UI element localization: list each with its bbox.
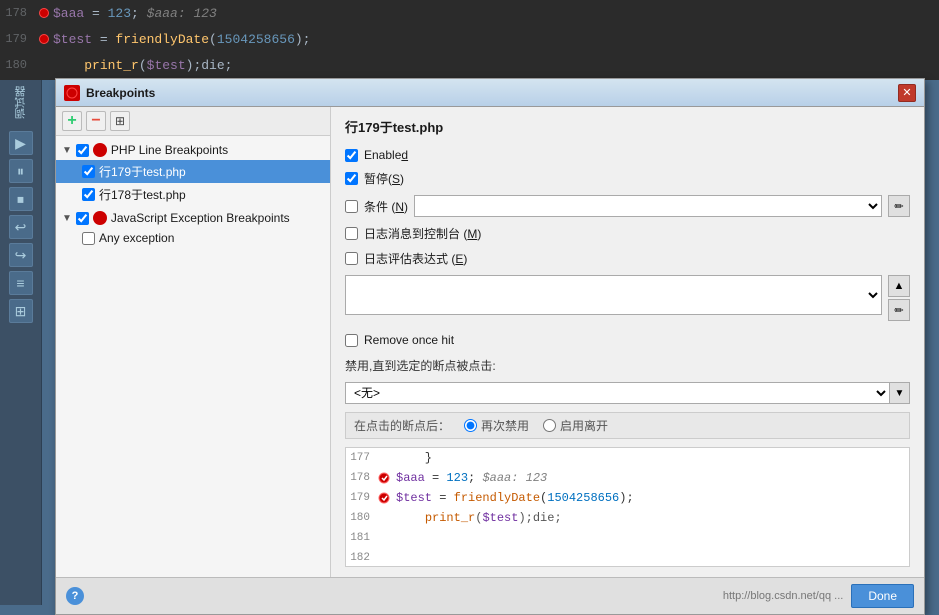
pause-button[interactable]: ⏸ — [9, 159, 33, 183]
any-exception-label: Any exception — [99, 231, 174, 245]
log-eval-checkbox[interactable] — [345, 252, 358, 265]
log-eval-input-row: ▲ ✏ — [345, 275, 910, 321]
condition-label: 条件 (N) — [364, 198, 408, 215]
preview-line-179: 179 $test = friendlyDate(1504258656); — [346, 488, 909, 508]
js-bp-group-header[interactable]: ▼ JavaScript Exception Breakpoints — [56, 208, 330, 228]
log-eval-extra-button[interactable]: ✏ — [888, 299, 910, 321]
preview-line-182: 182 — [346, 548, 909, 567]
after-click-row: 在点击的断点后： 再次禁用 启用离开 — [345, 412, 910, 439]
condition-row: 条件 (N) ✏ — [345, 195, 910, 217]
dialog-icon — [64, 85, 80, 101]
js-group-bp-icon — [93, 211, 107, 225]
breakpoints-list[interactable]: ▼ PHP Line Breakpoints 行179于test.php 行17… — [56, 136, 330, 577]
disable-dropdown-arrow-icon[interactable]: ▼ — [890, 382, 910, 404]
suspend-checkbox[interactable] — [345, 172, 358, 185]
js-group-label: JavaScript Exception Breakpoints — [111, 211, 290, 225]
remove-once-checkbox[interactable] — [345, 334, 358, 347]
bp-item-178-checkbox[interactable] — [82, 188, 95, 201]
bp-item-179[interactable]: 行179于test.php — [56, 160, 330, 183]
preview-line-180: 180 print_r($test);die; — [346, 508, 909, 528]
condition-edit-button[interactable]: ✏ — [888, 195, 910, 217]
settings-button[interactable]: ≡ — [9, 271, 33, 295]
bp-item-179-checkbox[interactable] — [82, 165, 95, 178]
footer-url: http://blog.csdn.net/qq ... — [723, 590, 843, 602]
radio-disable-again-label: 再次禁用 — [481, 417, 529, 434]
dialog-titlebar: Breakpoints ✕ — [56, 79, 924, 107]
php-group-label: PHP Line Breakpoints — [111, 143, 228, 157]
log-message-checkbox[interactable] — [345, 227, 358, 240]
code-editor: 178 $aaa = 123; $aaa: 123 179 $test = fr… — [0, 0, 939, 80]
disable-dropdown[interactable]: <无> — [345, 382, 890, 404]
radio-disable-again-input[interactable] — [464, 419, 477, 432]
log-eval-edit-button[interactable]: ▲ — [888, 275, 910, 297]
bp-toolbar: + − ⊞ — [56, 107, 330, 136]
add-breakpoint-button[interactable]: + — [62, 111, 82, 131]
left-sidebar: 调试器 ▶ ⏸ ⏹ ↩ ↪ ≡ ⊞ — [0, 80, 42, 605]
preview-line-181: 181 — [346, 528, 909, 548]
bp-item-178[interactable]: 行178于test.php — [56, 183, 330, 206]
run-button[interactable]: ▶ — [9, 131, 33, 155]
js-group-checkbox[interactable] — [76, 212, 89, 225]
enabled-checkbox[interactable] — [345, 149, 358, 162]
done-button[interactable]: Done — [851, 584, 914, 608]
dialog-footer: ? http://blog.csdn.net/qq ... Done — [56, 577, 924, 614]
radio-enable-leave[interactable]: 启用离开 — [543, 417, 608, 434]
disable-section-label: 禁用,直到选定的断点被点击: — [345, 357, 910, 374]
stop-button[interactable]: ⏹ — [9, 187, 33, 211]
bp-detail-panel: 行179于test.php Enabled 暂停(S) 条件 (N) ✏ — [331, 107, 924, 577]
code-line-178: 178 $aaa = 123; $aaa: 123 — [0, 0, 939, 26]
sidebar-label: 调试器 — [13, 86, 29, 119]
log-eval-row: 日志评估表达式 (E) — [345, 250, 910, 267]
step-into-button[interactable]: ↪ — [9, 243, 33, 267]
js-bp-group: ▼ JavaScript Exception Breakpoints Any e… — [56, 208, 330, 248]
bp-item-179-label: 行179于test.php — [99, 163, 186, 180]
php-group-checkbox[interactable] — [76, 144, 89, 157]
condition-dropdown[interactable] — [414, 195, 882, 217]
js-group-arrow-icon: ▼ — [62, 213, 72, 224]
condition-checkbox[interactable] — [345, 200, 358, 213]
enabled-row: Enabled — [345, 148, 910, 162]
php-bp-group: ▼ PHP Line Breakpoints 行179于test.php 行17… — [56, 140, 330, 206]
breakpoints-list-panel: + − ⊞ ▼ PHP Line Breakpoints 行179于te — [56, 107, 331, 577]
log-eval-label: 日志评估表达式 (E) — [364, 250, 467, 267]
preview-line-177: 177 } — [346, 448, 909, 468]
breakpoints-dialog: Breakpoints ✕ + − ⊞ ▼ PHP Line B — [55, 78, 925, 615]
php-group-arrow-icon: ▼ — [62, 145, 72, 156]
enabled-label: Enabled — [364, 148, 408, 162]
any-exception-item[interactable]: Any exception — [56, 228, 330, 248]
disable-dropdown-row: <无> ▼ — [345, 382, 910, 404]
radio-enable-leave-input[interactable] — [543, 419, 556, 432]
any-exception-checkbox[interactable] — [82, 232, 95, 245]
remove-once-row: Remove once hit — [345, 333, 910, 347]
log-message-row: 日志消息到控制台 (M) — [345, 225, 910, 242]
radio-enable-leave-label: 启用离开 — [560, 417, 608, 434]
code-line-179: 179 $test = friendlyDate(1504258656); — [0, 26, 939, 52]
suspend-row: 暂停(S) — [345, 170, 910, 187]
log-message-label: 日志消息到控制台 (M) — [364, 225, 481, 242]
php-group-bp-icon — [93, 143, 107, 157]
radio-disable-again[interactable]: 再次禁用 — [464, 417, 529, 434]
help-button[interactable]: ? — [66, 587, 84, 605]
grid-button[interactable]: ⊞ — [9, 299, 33, 323]
after-click-label: 在点击的断点后： — [354, 417, 450, 434]
remove-breakpoint-button[interactable]: − — [86, 111, 106, 131]
bp-item-178-label: 行178于test.php — [99, 186, 186, 203]
log-eval-input[interactable] — [345, 275, 882, 315]
preview-line-178: 178 $aaa = 123; $aaa: 123 — [346, 468, 909, 488]
php-bp-group-header[interactable]: ▼ PHP Line Breakpoints — [56, 140, 330, 160]
dialog-body: + − ⊞ ▼ PHP Line Breakpoints 行179于te — [56, 107, 924, 577]
suspend-label: 暂停(S) — [364, 170, 404, 187]
settings-breakpoint-button[interactable]: ⊞ — [110, 111, 130, 131]
code-preview: 177 } 178 $aaa = 123; $aaa: 123 179 — [345, 447, 910, 567]
step-over-button[interactable]: ↩ — [9, 215, 33, 239]
code-line-180: 180 print_r($test);die; — [0, 52, 939, 78]
dialog-title: Breakpoints — [86, 86, 155, 100]
detail-title: 行179于test.php — [345, 117, 910, 136]
remove-once-label: Remove once hit — [364, 333, 454, 347]
dialog-close-button[interactable]: ✕ — [898, 84, 916, 102]
